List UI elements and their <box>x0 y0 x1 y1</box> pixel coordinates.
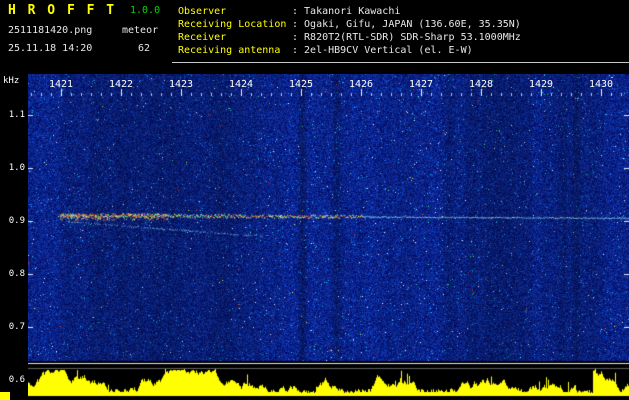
hrofft-window: H R O F F T 1.0.0 2511181420.png meteor … <box>0 0 629 400</box>
spectrogram-canvas <box>28 74 629 400</box>
header: H R O F F T 1.0.0 2511181420.png meteor … <box>0 0 629 74</box>
info-value: R820T2(RTL-SDR) SDR-Sharp 53.1000MHz <box>304 32 521 43</box>
info-row-observer: Observer: Takanori Kawachi <box>178 5 521 18</box>
info-row-antenna: Receiving antenna:2el-HB9CV Vertical (el… <box>178 44 521 57</box>
observation-info: Observer: Takanori Kawachi Receiving Loca… <box>178 5 521 57</box>
time-tick-label: 1426 <box>348 79 374 90</box>
info-colon: : <box>292 32 299 43</box>
info-label: Receiving Location <box>178 19 287 30</box>
frequency-unit-label: kHz <box>3 76 20 86</box>
header-underline <box>172 62 629 63</box>
info-value: 2el-HB9CV Vertical (el. E-W) <box>304 45 473 56</box>
time-tick-label: 1425 <box>288 79 314 90</box>
info-value: Takanori Kawachi <box>304 6 401 17</box>
info-colon: : <box>292 19 299 30</box>
observation-datetime: 25.11.18 14:20 <box>8 43 93 54</box>
freq-tick-label: 0.7 <box>8 322 25 332</box>
app-version: 1.0.0 <box>130 5 161 16</box>
freq-tick-label: 0.9 <box>8 216 25 226</box>
info-row-receiver: Receiver: R820T2(RTL-SDR) SDR-Sharp 53.10… <box>178 31 521 44</box>
info-value: Ogaki, Gifu, JAPAN (136.60E, 35.35N) <box>304 19 521 30</box>
time-tick-label: 1427 <box>408 79 434 90</box>
info-row-location: Receiving Location: Ogaki, Gifu, JAPAN (1… <box>178 18 521 31</box>
freq-tick-label: 1.0 <box>8 163 25 173</box>
info-label: Observer <box>178 6 227 17</box>
time-tick-label: 1430 <box>588 79 614 90</box>
time-tick-label: 1422 <box>108 79 134 90</box>
time-tick-label: 1423 <box>168 79 194 90</box>
info-label: Receiver <box>178 32 227 43</box>
mode-label: meteor <box>122 25 159 36</box>
info-label: Receiving antenna <box>178 45 281 56</box>
echo-count: 62 <box>138 43 151 54</box>
time-tick-label: 1421 <box>48 79 74 90</box>
bottom-left-marker <box>0 392 10 400</box>
freq-tick-label: 1.1 <box>8 110 25 120</box>
output-filename: 2511181420.png <box>8 25 93 36</box>
info-colon: : <box>292 45 299 56</box>
time-tick-label: 1429 <box>528 79 554 90</box>
info-colon: : <box>292 6 299 17</box>
app-title: H R O F F T <box>8 3 117 18</box>
time-tick-label: 1424 <box>228 79 254 90</box>
freq-tick-label: 0.6 <box>8 375 25 385</box>
freq-tick-label: 0.8 <box>8 269 25 279</box>
time-tick-label: 1428 <box>468 79 494 90</box>
